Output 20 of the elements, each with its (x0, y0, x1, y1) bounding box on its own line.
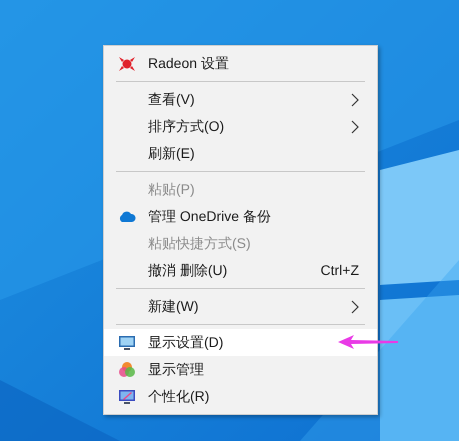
menu-item[interactable]: 刷新(E) (104, 140, 377, 167)
menu-item[interactable]: 撤消 删除(U) Ctrl+Z (104, 257, 377, 284)
menu-item[interactable]: 个性化(R) (104, 383, 377, 410)
cloud-icon (118, 211, 136, 222)
menu-item[interactable]: 排序方式(O) (104, 113, 377, 140)
menu-item[interactable]: 新建(W) (104, 293, 377, 320)
menu-item[interactable]: Radeon 设置 (104, 50, 377, 77)
radeon-icon (118, 56, 136, 72)
chevron-right-icon (351, 92, 359, 106)
menu-item[interactable]: 查看(V) (104, 86, 377, 113)
shortcut-text: Ctrl+Z (320, 261, 359, 280)
chevron-right-icon (351, 120, 359, 134)
chevron-right-icon (351, 300, 359, 314)
menu-item[interactable]: 显示管理 (104, 356, 377, 383)
menu-item[interactable]: 显示设置(D) (104, 329, 377, 356)
menu-item[interactable]: 管理 OneDrive 备份 (104, 203, 377, 230)
color-wheel-icon (118, 360, 136, 378)
monitor-icon (118, 334, 136, 350)
annotation-arrow (338, 334, 398, 350)
personalize-icon (118, 388, 136, 404)
